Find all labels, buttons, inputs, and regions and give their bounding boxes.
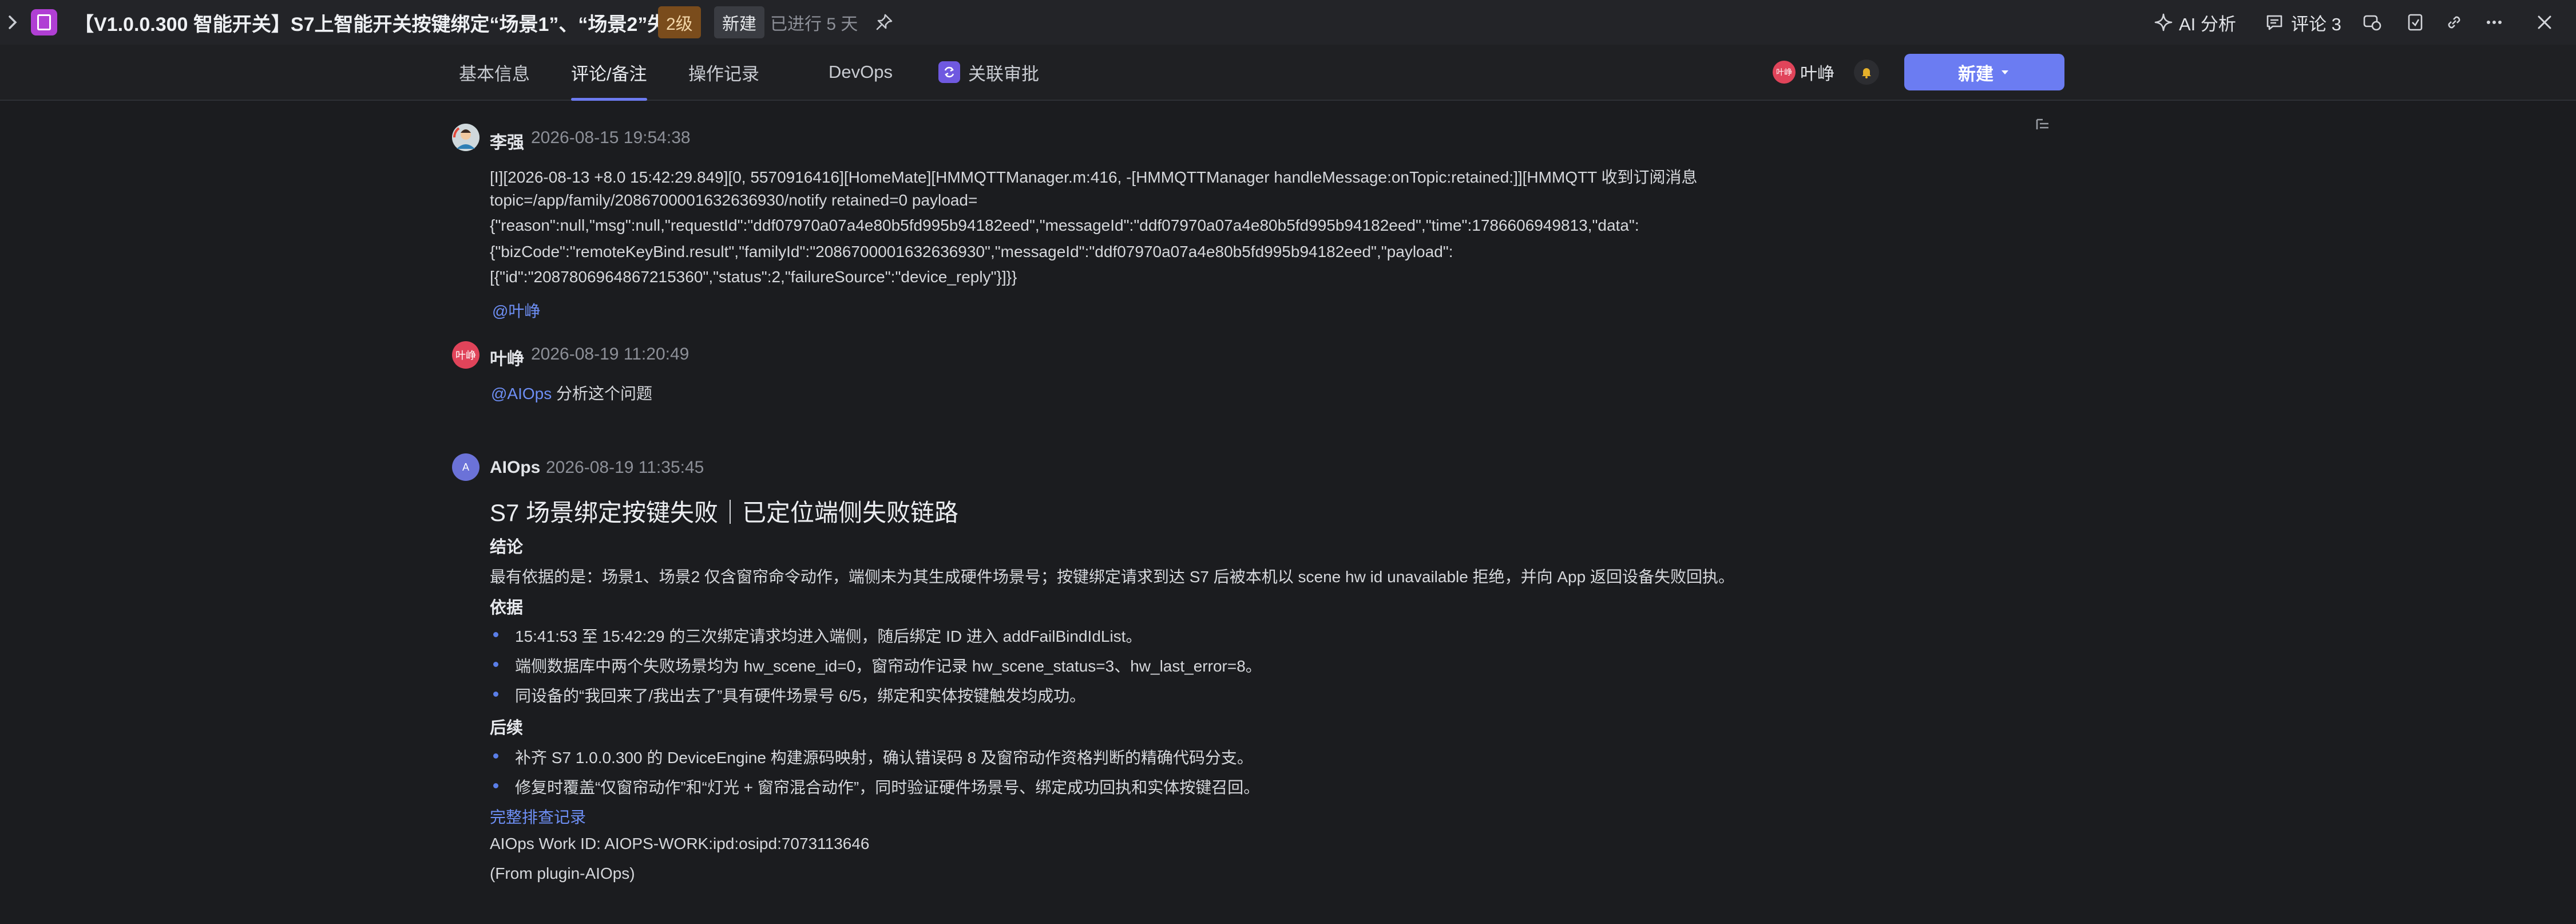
sparkle-icon xyxy=(2154,13,2173,31)
issue-title: 【V1.0.0.300 智能开关】S7上智能开关按键绑定“场景1”、“场景2”失… xyxy=(74,13,687,35)
comment-text-line: {"reason":null,"msg":null,"requestId":"d… xyxy=(490,216,1639,234)
title-bar: 【V1.0.0.300 智能开关】S7上智能开关按键绑定“场景1”、“场景2”失… xyxy=(0,0,2576,45)
comment-text-line: @AIOps 分析这个问题 xyxy=(491,381,652,404)
pin-icon[interactable] xyxy=(874,0,894,45)
comment-text-line: topic=/app/family/2086700001632636930/no… xyxy=(490,191,978,209)
comment-text-line: [{"id":"2087806964867215360","status":2,… xyxy=(490,268,1017,286)
status-badge[interactable]: 新建 xyxy=(714,6,764,38)
followup-title: 后续 xyxy=(490,719,524,737)
avatar[interactable] xyxy=(452,124,479,151)
mention-link[interactable]: @AIOps xyxy=(491,385,552,402)
avatar[interactable]: 叶峥 xyxy=(452,341,479,369)
bell-icon[interactable] xyxy=(1854,60,1879,85)
mention-link[interactable]: @叶峥 xyxy=(492,299,540,322)
tab-linked-approval[interactable]: 关联审批 xyxy=(938,45,1039,100)
bullet-dot xyxy=(493,632,498,637)
assignee-avatar: 叶峥 xyxy=(1773,61,1796,84)
tab-linked-approval-label: 关联审批 xyxy=(968,64,1039,84)
evidence-item: 15:41:53 至 15:42:29 的三次绑定请求均进入端侧，随后绑定 ID… xyxy=(515,627,1142,645)
comment-author[interactable]: AIOps xyxy=(490,458,540,477)
tab-bar: 基本信息 评论/备注 操作记录 DevOps 关联审批 叶峥 叶峥 新建 xyxy=(0,45,2576,101)
assignee-chip[interactable]: 叶峥 叶峥 xyxy=(1773,58,1834,86)
outline-icon[interactable] xyxy=(2035,117,2051,133)
evidence-title: 依据 xyxy=(490,599,524,617)
tab-basic-info[interactable]: 基本信息 xyxy=(459,45,530,100)
priority-badge[interactable]: 2级 xyxy=(658,6,701,38)
comment-author[interactable]: 叶峥 xyxy=(490,345,524,370)
bullet-dot xyxy=(493,753,498,759)
evidence-item: 端侧数据库中两个失败场景均为 hw_scene_id=0，窗帘动作记录 hw_s… xyxy=(515,657,1262,675)
bullet-dot xyxy=(493,692,498,697)
conclusion-title: 结论 xyxy=(490,538,524,556)
conclusion-text: 最有依据的是：场景1、场景2 仅含窗帘命令动作，端侧未为其生成硬件场景号；按键绑… xyxy=(490,568,1734,586)
comment-time: 2026-08-15 19:54:38 xyxy=(531,128,691,147)
evidence-item: 同设备的“我回来了/我出去了”具有硬件场景号 6/5，绑定和实体按键触发均成功。 xyxy=(515,687,1086,705)
comment-icon xyxy=(2266,15,2282,30)
comments-label: 评论 3 xyxy=(2291,14,2341,34)
elapsed-text: 已进行 5 天 xyxy=(770,15,858,34)
link-icon[interactable] xyxy=(2444,0,2464,45)
more-icon[interactable] xyxy=(2484,0,2504,45)
ai-analysis-label: AI 分析 xyxy=(2179,14,2236,34)
comment-time: 2026-08-19 11:35:45 xyxy=(546,458,704,477)
comments-button[interactable]: 评论 3 xyxy=(2265,0,2341,45)
source-text: (From plugin-AIOps) xyxy=(490,864,635,882)
issue-type-icon xyxy=(31,0,57,45)
ai-analysis-button[interactable]: AI 分析 xyxy=(2154,0,2236,45)
analysis-heading: S7 场景绑定按键失败｜已定位端侧失败链路 xyxy=(490,499,959,526)
comment-text-line: {"bizCode":"remoteKeyBind.result","famil… xyxy=(490,243,1453,260)
bullet-dot xyxy=(493,662,498,667)
followup-item: 修复时覆盖“仅窗帘动作”和“灯光 + 窗帘混合动作”，同时验证硬件场景号、绑定成… xyxy=(515,779,1260,796)
comment-time: 2026-08-19 11:20:49 xyxy=(531,345,689,364)
full-record-link[interactable]: 完整排查记录 xyxy=(490,805,586,828)
bullet-dot xyxy=(493,783,498,788)
assignee-name: 叶峥 xyxy=(1800,65,1834,84)
tab-comments[interactable]: 评论/备注 xyxy=(571,45,647,101)
comment-author[interactable]: 李强 xyxy=(490,128,524,153)
approval-icon xyxy=(938,61,960,83)
close-icon[interactable] xyxy=(2536,0,2553,45)
new-button-label: 新建 xyxy=(1958,64,1994,84)
followup-item: 补齐 S7 1.0.0.300 的 DeviceEngine 构建源码映射，确认… xyxy=(515,749,1253,767)
watch-icon[interactable] xyxy=(2362,0,2383,45)
expand-chevron-icon[interactable] xyxy=(7,0,19,45)
export-icon[interactable] xyxy=(2405,0,2425,45)
caret-down-icon xyxy=(2002,70,2008,74)
comment-text-line: [I][2026-08-13 +8.0 15:42:29.849][0, 557… xyxy=(490,168,1698,186)
tab-operation-log[interactable]: 操作记录 xyxy=(688,45,759,100)
tab-devops[interactable]: DevOps xyxy=(829,45,893,100)
work-id-text: AIOps Work ID: AIOPS-WORK:ipd:osipd:7073… xyxy=(490,835,870,852)
avatar[interactable]: A xyxy=(452,453,479,481)
comment-text: 分析这个问题 xyxy=(552,385,653,402)
new-button[interactable]: 新建 xyxy=(1904,54,2064,90)
